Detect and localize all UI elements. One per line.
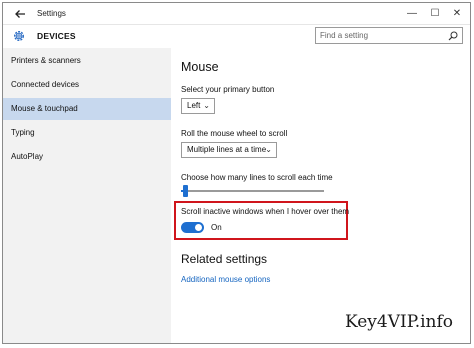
sidebar-item-typing[interactable]: Typing — [3, 122, 171, 144]
wheel-scroll-value: Multiple lines at a time — [187, 145, 267, 154]
page-title: Mouse — [181, 60, 219, 74]
close-button[interactable]: ✕ — [449, 6, 465, 22]
minimize-button[interactable]: — — [404, 6, 420, 22]
back-arrow-icon[interactable] — [12, 6, 28, 22]
search-input[interactable] — [320, 29, 440, 42]
gear-icon — [13, 30, 25, 42]
toggle-state-text: On — [211, 223, 222, 232]
main-content: Mouse Select your primary button Left ⌄ … — [171, 48, 470, 343]
chevron-down-icon: ⌄ — [265, 145, 272, 154]
additional-mouse-options-link[interactable]: Additional mouse options — [181, 275, 270, 284]
wheel-scroll-label: Roll the mouse wheel to scroll — [181, 129, 288, 138]
toggle-knob — [195, 224, 202, 231]
wheel-scroll-dropdown[interactable]: Multiple lines at a time ⌄ — [181, 142, 277, 158]
watermark: Key4VIP.info — [345, 312, 454, 332]
settings-window: Settings — ☐ ✕ DEVICES Printers & scanne… — [2, 2, 471, 344]
lines-to-scroll-label: Choose how many lines to scroll each tim… — [181, 173, 333, 182]
window-title: Settings — [37, 9, 66, 18]
sidebar-item-mouse-touchpad[interactable]: Mouse & touchpad — [3, 98, 171, 120]
title-bar: Settings — ☐ ✕ — [3, 3, 470, 25]
sidebar-item-printers-scanners[interactable]: Printers & scanners — [3, 50, 171, 72]
lines-slider-track[interactable] — [181, 190, 324, 192]
primary-button-value: Left — [187, 101, 201, 110]
primary-button-label: Select your primary button — [181, 85, 275, 94]
lines-slider-thumb[interactable] — [183, 185, 189, 197]
search-icon[interactable] — [448, 31, 458, 41]
related-settings-heading: Related settings — [181, 252, 268, 266]
sidebar-item-connected-devices[interactable]: Connected devices — [3, 74, 171, 96]
inactive-scroll-label: Scroll inactive windows when I hover ove… — [181, 207, 350, 216]
maximize-button[interactable]: ☐ — [427, 6, 443, 22]
search-box[interactable] — [315, 27, 463, 44]
sidebar-item-autoplay[interactable]: AutoPlay — [3, 146, 171, 168]
section-title: DEVICES — [37, 31, 76, 41]
sidebar: Printers & scanners Connected devices Mo… — [3, 48, 171, 343]
primary-button-dropdown[interactable]: Left ⌄ — [181, 98, 215, 114]
chevron-down-icon: ⌄ — [203, 101, 210, 110]
inactive-scroll-toggle[interactable] — [181, 222, 204, 233]
